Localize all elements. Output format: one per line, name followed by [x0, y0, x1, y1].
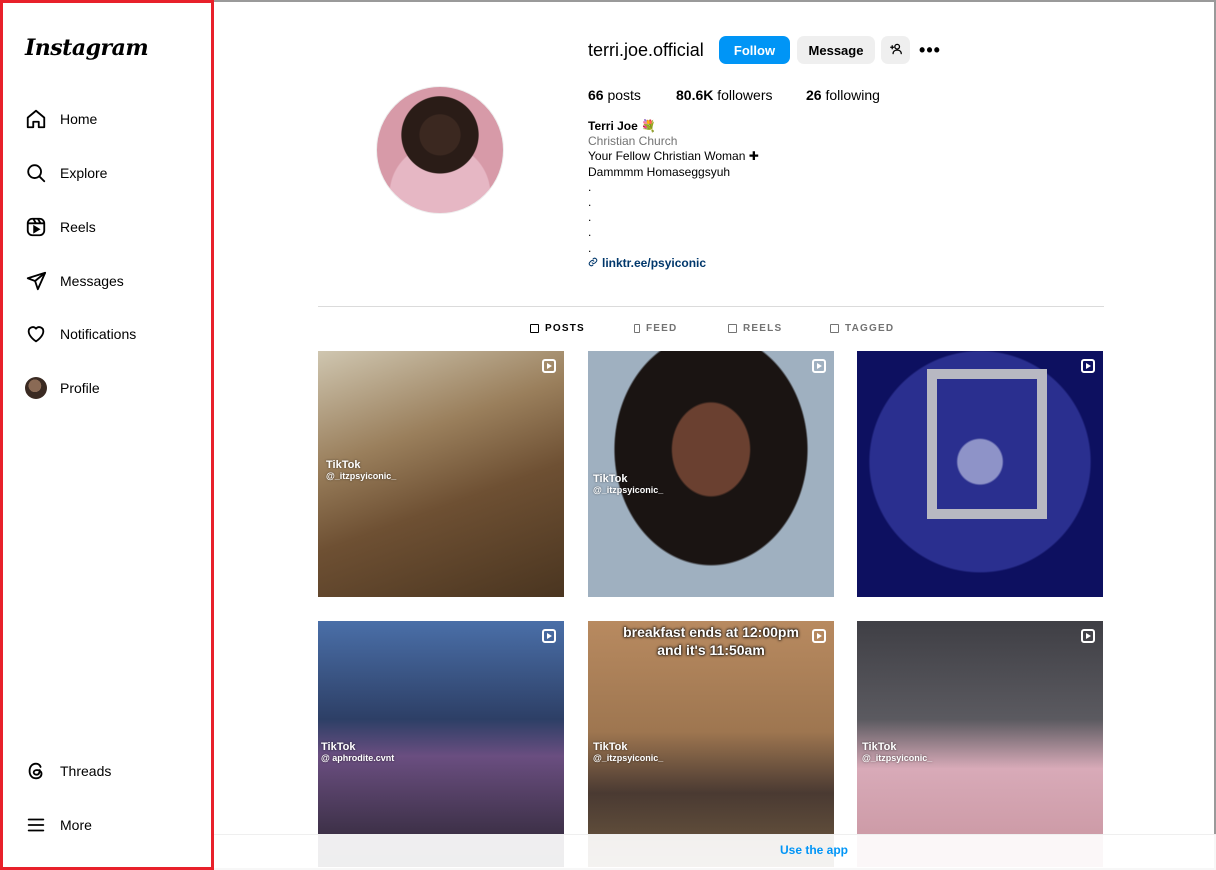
threads-icon: [23, 758, 49, 784]
bio-line: Your Fellow Christian Woman ✚: [588, 149, 759, 164]
profile-username: terri.joe.official: [588, 40, 704, 60]
bio-link[interactable]: linktr.ee/psyiconic: [588, 256, 759, 271]
menu-icon: [23, 812, 49, 838]
heart-icon: [23, 321, 49, 347]
tab-tagged[interactable]: TAGGED: [830, 323, 894, 334]
sidebar-item-messages[interactable]: Messages: [23, 266, 203, 296]
more-options-button[interactable]: •••: [918, 36, 942, 64]
ellipsis-icon: •••: [919, 39, 941, 60]
profile-bio: Terri Joe 💐 Christian Church Your Fellow…: [588, 119, 759, 271]
tab-reels[interactable]: REELS: [728, 323, 782, 334]
stage-frame: [927, 369, 1047, 519]
bio-link-text: linktr.ee/psyiconic: [602, 255, 707, 270]
tiktok-watermark: TikTok @_itzpsyiconic_: [862, 741, 933, 763]
tiktok-watermark: TikTok @ aphrodite.cvnt: [321, 741, 395, 763]
search-icon: [23, 160, 49, 186]
post-tile[interactable]: breakfast ends at 12:00pm and it's 11:50…: [588, 621, 834, 867]
sidebar-item-label: Notifications: [60, 326, 137, 342]
tab-label: TAGGED: [845, 323, 895, 334]
reel-icon: [1081, 629, 1095, 643]
tiktok-watermark: TikTok @_itzpsyiconic_: [593, 473, 664, 495]
bio-line: Dammmm Homaseggsyuh: [588, 164, 731, 179]
sidebar-item-threads[interactable]: Threads: [23, 756, 203, 786]
feed-icon: [634, 324, 640, 333]
sidebar-item-label: Home: [60, 111, 98, 127]
post-tile[interactable]: TikTok @_itzpsyiconic_: [857, 621, 1103, 867]
sidebar-item-label: Reels: [60, 219, 96, 235]
sidebar-item-label: More: [60, 817, 92, 833]
avatar: [23, 375, 49, 401]
tagged-icon: [830, 324, 839, 333]
reel-icon: [542, 629, 556, 643]
paper-plane-icon: [23, 268, 49, 294]
message-button[interactable]: Message: [797, 36, 875, 64]
post-tile[interactable]: TikTok @ aphrodite.cvnt: [318, 621, 564, 867]
sidebar-item-more[interactable]: More: [23, 810, 203, 840]
sidebar: Instagram Home Explore Reels Messages No…: [0, 0, 214, 870]
tab-label: FEED: [646, 323, 678, 334]
sidebar-item-profile[interactable]: Profile: [23, 373, 203, 403]
followers-count[interactable]: 80.6K followers: [676, 87, 773, 103]
home-icon: [23, 106, 49, 132]
reel-icon: [542, 359, 556, 373]
sidebar-item-notifications[interactable]: Notifications: [23, 319, 203, 349]
reel-icon: [1081, 359, 1095, 373]
grid-icon: [530, 324, 539, 333]
tiktok-watermark: TikTok @_itzpsyiconic_: [593, 741, 664, 763]
posts-count: 66 posts: [588, 87, 641, 103]
video-caption: breakfast ends at 12:00pm and it's 11:50…: [623, 624, 799, 658]
tiktok-watermark: TikTok @_itzpsyiconic_: [326, 459, 397, 481]
tab-posts[interactable]: POSTS: [530, 323, 585, 334]
tab-feed[interactable]: FEED: [634, 323, 677, 334]
reels-icon: [23, 214, 49, 240]
profile-main: terri.joe.official Follow Message ••• 66…: [214, 0, 1216, 870]
link-icon: [588, 256, 598, 271]
sidebar-item-label: Explore: [60, 165, 108, 181]
follow-button[interactable]: Follow: [719, 36, 790, 64]
following-count[interactable]: 26 following: [806, 87, 880, 103]
add-user-icon: [889, 42, 903, 59]
reel-icon: [812, 359, 826, 373]
sidebar-item-label: Messages: [60, 273, 124, 289]
post-tile[interactable]: [857, 351, 1103, 597]
post-tile[interactable]: TikTok @_itzpsyiconic_: [318, 351, 564, 597]
bio-dot: .: [588, 225, 592, 240]
instagram-logo[interactable]: Instagram: [25, 35, 149, 61]
tab-label: REELS: [743, 323, 783, 334]
suggest-user-button[interactable]: [881, 36, 910, 64]
sidebar-item-label: Threads: [60, 763, 112, 779]
sidebar-item-home[interactable]: Home: [23, 104, 203, 134]
post-tile[interactable]: TikTok @_itzpsyiconic_: [588, 351, 834, 597]
app-banner: Use the app: [214, 834, 1216, 870]
bio-dot: .: [588, 210, 592, 225]
sidebar-item-label: Profile: [60, 380, 100, 396]
bio-name: Terri Joe 💐: [588, 119, 657, 133]
sidebar-item-explore[interactable]: Explore: [23, 158, 203, 188]
bio-dot: .: [588, 240, 592, 255]
tab-label: POSTS: [545, 323, 585, 334]
use-app-link[interactable]: Use the app: [780, 843, 848, 857]
sidebar-item-reels[interactable]: Reels: [23, 212, 203, 242]
bio-category: Christian Church: [588, 134, 678, 149]
bio-dot: .: [588, 195, 592, 210]
bio-dot: .: [588, 179, 592, 194]
profile-avatar[interactable]: [376, 86, 504, 214]
reels-icon: [728, 324, 737, 333]
divider: [318, 306, 1104, 307]
